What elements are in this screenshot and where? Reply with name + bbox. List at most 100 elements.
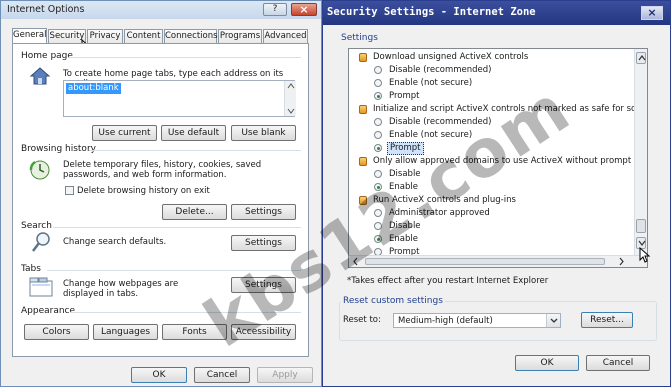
radio-button[interactable] bbox=[374, 66, 382, 74]
setting-option-label: Prompt bbox=[389, 91, 420, 101]
setting-heading-label: Run ActiveX controls and plug-ins bbox=[373, 195, 516, 205]
activex-icon bbox=[359, 105, 367, 114]
home-page-scrollbar[interactable] bbox=[284, 81, 296, 116]
tabs-divider bbox=[47, 270, 301, 271]
delete-on-exit-checkbox[interactable] bbox=[65, 186, 74, 195]
house-icon bbox=[29, 67, 51, 85]
appearance-divider bbox=[71, 312, 301, 313]
tabs-window-icon bbox=[29, 277, 53, 297]
tabs-heading: Tabs bbox=[21, 264, 41, 274]
setting-heading-label: Download unsigned ActiveX controls bbox=[373, 52, 529, 62]
browsing-history-description: Delete temporary files, history, cookies… bbox=[63, 160, 262, 180]
activex-icon bbox=[359, 53, 367, 62]
security-settings-window: Security Settings - Internet Zone × Sett… bbox=[322, 0, 671, 387]
window-title: Internet Options bbox=[7, 4, 85, 15]
radio-button[interactable] bbox=[374, 79, 382, 87]
delete-history-button[interactable]: Delete... bbox=[162, 204, 227, 220]
use-current-button[interactable]: Use current bbox=[92, 125, 157, 141]
scroll-left-icon bbox=[353, 257, 358, 266]
general-tab-panel: Home page To create home page tabs, type… bbox=[12, 43, 309, 357]
security-settings-titlebar: Security Settings - Internet Zone × bbox=[323, 1, 670, 25]
setting-option-label: Prompt bbox=[387, 142, 424, 155]
scroll-up-icon bbox=[638, 55, 646, 61]
security-ok-button[interactable]: OK bbox=[515, 355, 579, 371]
restart-note: *Takes effect after you restart Internet… bbox=[347, 276, 549, 286]
scroll-right-icon bbox=[619, 257, 624, 266]
setting-option-label: Enable bbox=[389, 182, 418, 192]
settings-tree[interactable]: Download unsigned ActiveX controls Disabl… bbox=[348, 48, 648, 268]
tab-content[interactable]: Content bbox=[124, 29, 163, 43]
close-button[interactable]: × bbox=[291, 3, 317, 16]
tree-horizontal-scrollbar[interactable] bbox=[349, 255, 647, 267]
internet-options-titlebar: Internet Options ? × bbox=[1, 1, 321, 19]
tab-connections[interactable]: Connections bbox=[164, 29, 218, 43]
browsing-history-heading: Browsing history bbox=[21, 144, 96, 154]
radio-button[interactable] bbox=[374, 131, 382, 139]
search-settings-button[interactable]: Settings bbox=[231, 235, 296, 251]
home-page-address: about:blank bbox=[66, 83, 121, 94]
setting-option-label: Administrator approved bbox=[389, 208, 490, 218]
tree-scroll-left-button[interactable] bbox=[351, 257, 363, 266]
search-divider bbox=[53, 227, 301, 228]
radio-button[interactable] bbox=[374, 170, 382, 178]
reset-level-arrow[interactable] bbox=[546, 314, 560, 327]
setting-heading-label: Only allow approved domains to use Activ… bbox=[373, 156, 632, 166]
security-close-button[interactable]: × bbox=[641, 6, 663, 20]
home-page-address-box[interactable]: about:blank bbox=[63, 80, 296, 117]
fonts-button[interactable]: Fonts bbox=[162, 324, 227, 340]
search-heading: Search bbox=[21, 221, 52, 231]
radio-button[interactable] bbox=[374, 118, 382, 126]
scroll-down-icon bbox=[287, 108, 295, 114]
setting-heading-label: Initialize and script ActiveX controls n… bbox=[373, 104, 634, 114]
colors-button[interactable]: Colors bbox=[24, 324, 89, 340]
tree-hscroll-thumb[interactable] bbox=[365, 258, 605, 265]
internet-options-window: Internet Options ? × General Security Pr… bbox=[0, 0, 322, 387]
chevron-down-icon bbox=[550, 318, 558, 323]
tree-scroll-up-button[interactable] bbox=[636, 52, 646, 64]
home-page-heading: Home page bbox=[21, 51, 73, 61]
ok-button[interactable]: OK bbox=[131, 367, 187, 383]
reset-level-dropdown[interactable]: Medium-high (default) bbox=[393, 313, 561, 328]
setting-option-label: Disable (recommended) bbox=[389, 65, 492, 75]
search-icon bbox=[32, 232, 50, 252]
apply-button[interactable]: Apply bbox=[257, 367, 313, 383]
history-clock-icon bbox=[29, 160, 50, 180]
use-blank-button[interactable]: Use blank bbox=[231, 125, 296, 141]
scroll-up-icon bbox=[287, 83, 295, 89]
reset-level-value: Medium-high (default) bbox=[398, 316, 493, 326]
tab-advanced[interactable]: Advanced bbox=[263, 29, 308, 43]
use-default-button[interactable]: Use default bbox=[161, 125, 226, 141]
radio-button[interactable] bbox=[374, 209, 382, 217]
languages-button[interactable]: Languages bbox=[93, 324, 158, 340]
tab-general[interactable]: General bbox=[12, 28, 47, 44]
activex-icon bbox=[359, 157, 367, 166]
help-button[interactable]: ? bbox=[263, 3, 287, 16]
reset-group-label: Reset custom settings bbox=[341, 296, 445, 306]
security-cancel-button[interactable]: Cancel bbox=[586, 355, 650, 371]
setting-option-label: Disable bbox=[389, 169, 421, 179]
tree-scroll-thumb[interactable] bbox=[636, 219, 646, 233]
tab-programs[interactable]: Programs bbox=[218, 29, 262, 43]
help-icon: ? bbox=[272, 4, 278, 14]
radio-button[interactable] bbox=[374, 144, 382, 152]
radio-button[interactable] bbox=[374, 92, 382, 100]
accessibility-button[interactable]: Accessibility bbox=[231, 324, 296, 340]
tabs-settings-button[interactable]: Settings bbox=[231, 277, 296, 293]
browsing-history-divider bbox=[89, 150, 301, 151]
mouse-pointer-icon bbox=[639, 247, 651, 263]
cancel-button[interactable]: Cancel bbox=[194, 367, 250, 383]
radio-button[interactable] bbox=[374, 183, 382, 191]
radio-button[interactable] bbox=[374, 222, 382, 230]
setting-option-label: Enable (not secure) bbox=[389, 130, 473, 140]
history-settings-button[interactable]: Settings bbox=[231, 204, 296, 220]
reset-to-label: Reset to: bbox=[343, 315, 381, 325]
tree-vertical-scrollbar[interactable] bbox=[634, 49, 647, 255]
setting-option-label: Enable bbox=[389, 234, 418, 244]
reset-button[interactable]: Reset... bbox=[581, 312, 633, 328]
tree-scroll-right-button[interactable] bbox=[617, 257, 631, 266]
appearance-heading: Appearance bbox=[21, 306, 76, 316]
settings-tree-items: Download unsigned ActiveX controls Disabl… bbox=[349, 51, 634, 256]
radio-button[interactable] bbox=[374, 235, 382, 243]
setting-option-label: Disable (recommended) bbox=[389, 117, 492, 127]
settings-label: Settings bbox=[341, 33, 378, 43]
